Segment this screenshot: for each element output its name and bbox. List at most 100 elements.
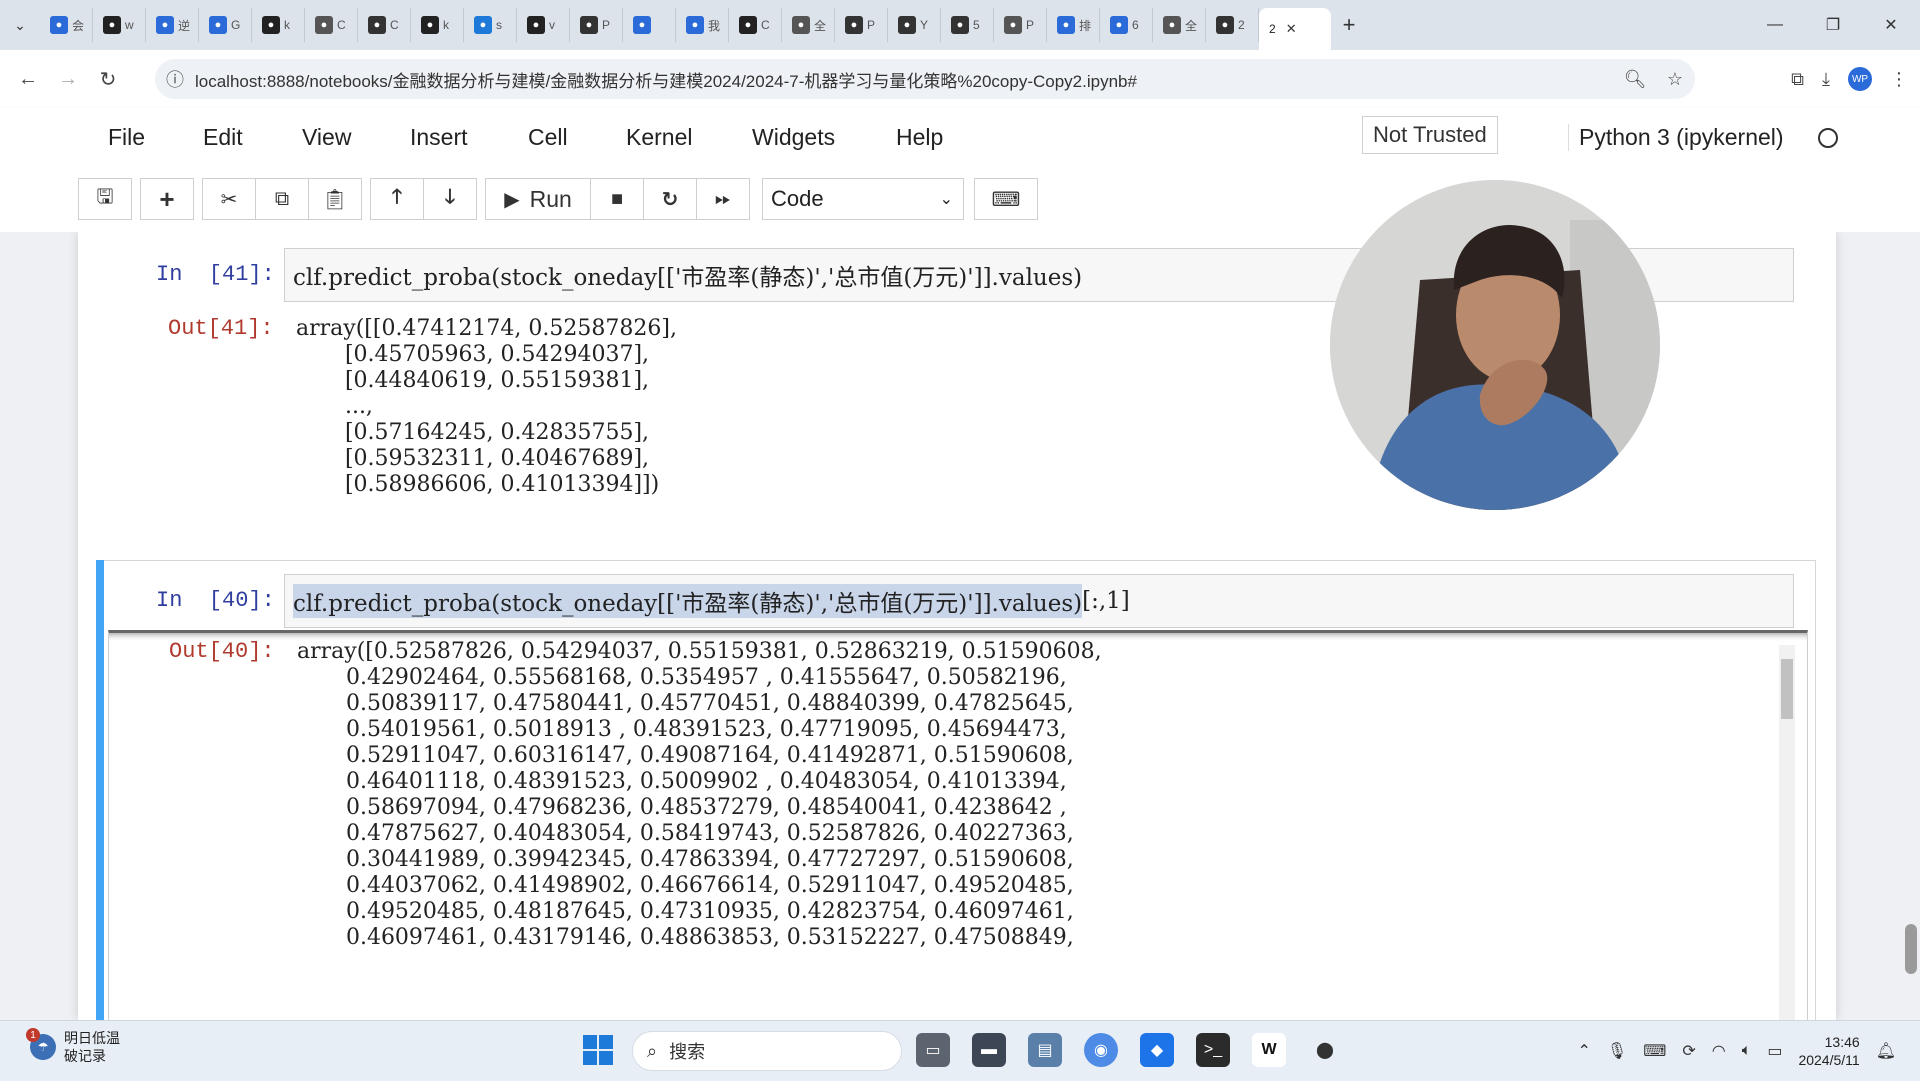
site-info-icon[interactable]: ⓘ (155, 66, 195, 92)
chrome-icon[interactable]: ◉ (1084, 1033, 1118, 1067)
o-icon: ● (951, 16, 969, 34)
browser-tab[interactable]: ● 5 (941, 8, 994, 42)
weather-widget[interactable]: ☂ 1 明日低温 破记录 (26, 1028, 120, 1065)
recorder-icon[interactable]: ⬤ (1308, 1033, 1342, 1067)
tab-title: 全 (814, 18, 827, 33)
file-explorer-icon[interactable]: ▬ (972, 1033, 1006, 1067)
browser-tab[interactable]: ● 全 (782, 8, 835, 42)
arrow-up-icon: 🡑 (391, 186, 403, 208)
browser-tab[interactable]: ● w (93, 8, 146, 42)
profile-avatar[interactable]: WP (1848, 67, 1872, 91)
browser-tab[interactable]: ● (623, 8, 676, 42)
volume-icon[interactable]: 🔈︎ (1742, 1042, 1752, 1060)
sync-icon[interactable]: ⟳ (1682, 1041, 1695, 1061)
move-up-button[interactable]: 🡑 (370, 178, 424, 220)
code-text[interactable]: clf.predict_proba(stock_oneday[['市盈率(静态)… (293, 258, 1082, 292)
browser-tab[interactable]: ● C (305, 8, 358, 42)
command-palette-button[interactable]: ⌨ (974, 178, 1038, 220)
restart-run-all-button[interactable]: ⏩︎ (696, 178, 750, 220)
battery-icon[interactable]: ▭ (1767, 1041, 1782, 1061)
save-button[interactable]: 🖫 (78, 178, 132, 220)
new-tab-button[interactable]: + (1331, 12, 1367, 38)
browser-tab[interactable]: ● k (252, 8, 305, 42)
menu-edit[interactable]: Edit (203, 124, 243, 151)
browser-tab[interactable]: ● 全 (1153, 8, 1206, 42)
code-text-suffix[interactable]: [:,1] (1082, 588, 1130, 614)
minimize-icon[interactable]: — (1746, 0, 1804, 50)
notifications-icon[interactable]: 🔔︎ (1876, 1041, 1896, 1061)
browser-tab[interactable]: ● P (994, 8, 1047, 42)
zoom-icon[interactable]: 🔍︎ (1615, 69, 1655, 90)
wifi-icon[interactable]: ◠ (1712, 1041, 1726, 1061)
browser-tab[interactable]: ● C (358, 8, 411, 42)
menu-file[interactable]: File (108, 124, 145, 151)
chevron-up-icon[interactable]: ⌃ (1578, 1041, 1591, 1061)
menu-view[interactable]: View (302, 124, 351, 151)
terminal-icon[interactable]: >_ (1196, 1033, 1230, 1067)
browser-tab[interactable]: ● P (835, 8, 888, 42)
menu-insert[interactable]: Insert (410, 124, 468, 151)
browser-tab-active[interactable]: 2 ✕ (1259, 8, 1331, 50)
back-icon[interactable]: ← (8, 59, 48, 99)
tab-title: s (496, 18, 502, 32)
menu-help[interactable]: Help (896, 124, 943, 151)
task-view-icon[interactable]: ▭ (916, 1033, 950, 1067)
more-menu-icon[interactable]: ⋮ (1890, 69, 1908, 90)
code-cell-input[interactable]: clf.predict_proba(stock_oneday[['市盈率(静态)… (284, 574, 1794, 628)
move-down-button[interactable]: 🡓 (423, 178, 477, 220)
browser-tab[interactable]: ● 我 (676, 8, 729, 42)
browser-tab[interactable]: ● k (411, 8, 464, 42)
bookmark-star-icon[interactable]: ☆ (1655, 69, 1695, 90)
restore-icon[interactable]: ❐ (1804, 0, 1862, 50)
cut-cell-button[interactable]: ✂ (202, 178, 256, 220)
run-button[interactable]: ▶ Run (485, 178, 591, 220)
copy-cell-button[interactable]: ⧉ (255, 178, 309, 220)
paste-cell-button[interactable]: 📋︎ (308, 178, 362, 220)
tab-search-chevron-icon[interactable]: ⌄ (0, 5, 40, 45)
browser-tab[interactable]: ● 排 (1047, 8, 1100, 42)
app-icon[interactable]: ◆ (1140, 1033, 1174, 1067)
download-icon[interactable]: ⤓ (1822, 69, 1830, 90)
kernel-name: Python 3 (ipykernel) (1568, 124, 1784, 151)
menu-cell[interactable]: Cell (528, 124, 568, 151)
browser-tab[interactable]: ● 2 (1206, 8, 1259, 42)
menu-widgets[interactable]: Widgets (752, 124, 835, 151)
tab-title: Y (920, 18, 929, 32)
menu-kernel[interactable]: Kernel (626, 124, 692, 151)
browser-tab[interactable]: ● s (464, 8, 517, 42)
restart-kernel-button[interactable]: ↻ (643, 178, 697, 220)
url-text[interactable]: localhost:8888/notebooks/金融数据分析与建模/金融数据分… (195, 67, 1615, 92)
insert-cell-button[interactable]: + (140, 178, 194, 220)
browser-tab[interactable]: ● G (199, 8, 252, 42)
browser-tab[interactable]: ● 会 (40, 8, 93, 42)
file-manager-icon[interactable]: ▤ (1028, 1033, 1062, 1067)
reload-icon[interactable]: ↻ (88, 59, 128, 99)
browser-tab[interactable]: ● C (729, 8, 782, 42)
extensions-icon[interactable]: ⧉ (1791, 69, 1804, 90)
code-text-selected[interactable]: clf.predict_proba(stock_oneday[['市盈率(静态)… (293, 584, 1083, 618)
start-button[interactable] (583, 1035, 613, 1065)
taskbar-search[interactable]: ⌕ 搜索 (632, 1031, 902, 1071)
cell-type-select[interactable]: Code ⌄ (762, 178, 964, 220)
interrupt-button[interactable]: ■ (590, 178, 644, 220)
page-scroll-thumb[interactable] (1905, 924, 1917, 974)
browser-tab[interactable]: ● 逆 (146, 8, 199, 42)
browser-tab[interactable]: ● P (570, 8, 623, 42)
url-omnibox[interactable]: ⓘ localhost:8888/notebooks/金融数据分析与建模/金融数… (155, 59, 1695, 99)
microphone-icon[interactable]: 🎙︎ (1607, 1041, 1627, 1061)
close-tab-icon[interactable]: ✕ (1286, 21, 1297, 37)
trust-status-button[interactable]: Not Trusted (1362, 116, 1498, 154)
clock[interactable]: 13:46 2024/5/11 (1798, 1033, 1859, 1069)
output-scroll-area[interactable]: Out[40]: array([0.52587826, 0.54294037, … (108, 630, 1808, 1020)
output-scroll-thumb[interactable] (1781, 659, 1793, 719)
scissors-icon: ✂ (220, 188, 238, 211)
close-window-icon[interactable]: ✕ (1862, 0, 1920, 50)
forward-icon[interactable]: → (48, 59, 88, 99)
browser-tab[interactable]: ● Y (888, 8, 941, 42)
browser-tab[interactable]: ● 6 (1100, 8, 1153, 42)
browser-tab[interactable]: ● v (517, 8, 570, 42)
ime-icon[interactable]: ⌨ (1643, 1041, 1666, 1061)
page-scrollbar[interactable] (1902, 232, 1920, 1020)
output-scrollbar[interactable] (1779, 645, 1795, 1020)
wps-icon[interactable]: W (1252, 1033, 1286, 1067)
